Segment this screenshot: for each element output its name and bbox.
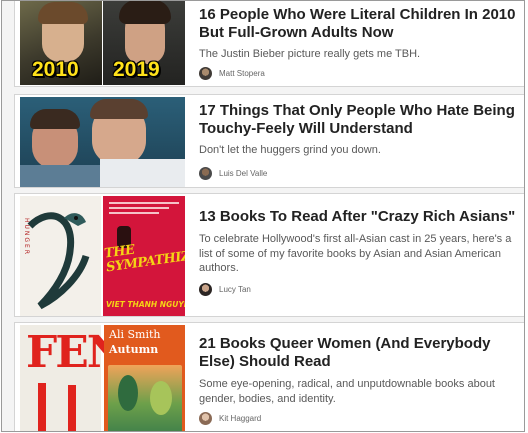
author-name: Luis Del Valle [219,168,268,178]
author-name: Kit Haggard [219,414,262,423]
article-content: 21 Books Queer Women (And Everybody Else… [199,335,516,425]
feed-frame: 2010 2019 16 People Who Were Literal Chi… [1,0,525,432]
article-author[interactable]: Lucy Tan [199,282,516,296]
year-label: 2010 [32,58,79,81]
thumbnail-photo-2019: 2019 [103,1,185,85]
article-description: Some eye-opening, radical, and unputdown… [199,378,495,405]
article-card[interactable]: 17 Things That Only People Who Hate Bein… [14,94,524,188]
article-title[interactable]: 17 Things That Only People Who Hate Bein… [199,102,516,138]
article-content: 16 People Who Were Literal Children In 2… [199,6,516,80]
article-author[interactable]: Matt Stopera [199,66,516,80]
article-author[interactable]: Kit Haggard [199,412,516,425]
year-label: 2019 [113,58,160,81]
book-title: Autumn [109,343,159,356]
article-description: To celebrate Hollywood's first all-Asian… [199,233,512,274]
article-title[interactable]: 13 Books To Read After "Crazy Rich Asian… [199,208,516,226]
article-feed: 2010 2019 16 People Who Were Literal Chi… [14,1,524,431]
bird-illustration [27,212,90,310]
article-description: The Justin Bieber picture really gets me… [199,48,421,60]
article-card[interactable]: HUNGER THE SYMPATHIZER VIET THANH NGUYEN… [14,193,524,317]
book-cover-hunger: HUNGER [20,196,101,316]
book-cover-autumn: Ali Smith Autumn [104,325,185,431]
author-name: Matt Stopera [219,68,265,78]
book-cover-sympathizer: THE SYMPATHIZER VIET THANH NGUYEN [103,196,185,316]
book-title: HUNGER [23,218,30,257]
book-author: Ali Smith [109,328,161,341]
article-content: 17 Things That Only People Who Hate Bein… [199,102,516,180]
author-avatar [199,282,212,296]
article-thumbnail[interactable]: HUNGER THE SYMPATHIZER VIET THANH NGUYEN [20,196,185,316]
author-name: Lucy Tan [219,284,251,294]
article-title[interactable]: 16 People Who Were Literal Children In 2… [199,6,516,42]
article-content: 13 Books To Read After "Crazy Rich Asian… [199,208,516,296]
article-description: Don't let the huggers grind you down. [199,144,381,156]
article-card[interactable]: FEN Ali Smith Autumn 21 Books Queer Wome… [14,322,524,431]
book-cover-fen: FEN [20,325,127,431]
thumbnail-photo [20,97,185,187]
author-avatar [199,412,212,425]
article-thumbnail[interactable]: 2010 2019 [20,1,185,85]
author-avatar [199,66,212,80]
article-author[interactable]: Luis Del Valle [199,166,516,180]
article-thumbnail[interactable]: FEN Ali Smith Autumn [20,325,185,431]
author-avatar [199,166,212,180]
book-title: THE SYMPATHIZER [103,242,185,276]
article-title[interactable]: 21 Books Queer Women (And Everybody Else… [199,335,516,371]
thumbnail-photo-2010: 2010 [20,1,102,85]
article-card[interactable]: 2010 2019 16 People Who Were Literal Chi… [14,1,524,87]
book-author: VIET THANH NGUYEN [106,300,185,309]
article-thumbnail[interactable] [20,97,185,187]
